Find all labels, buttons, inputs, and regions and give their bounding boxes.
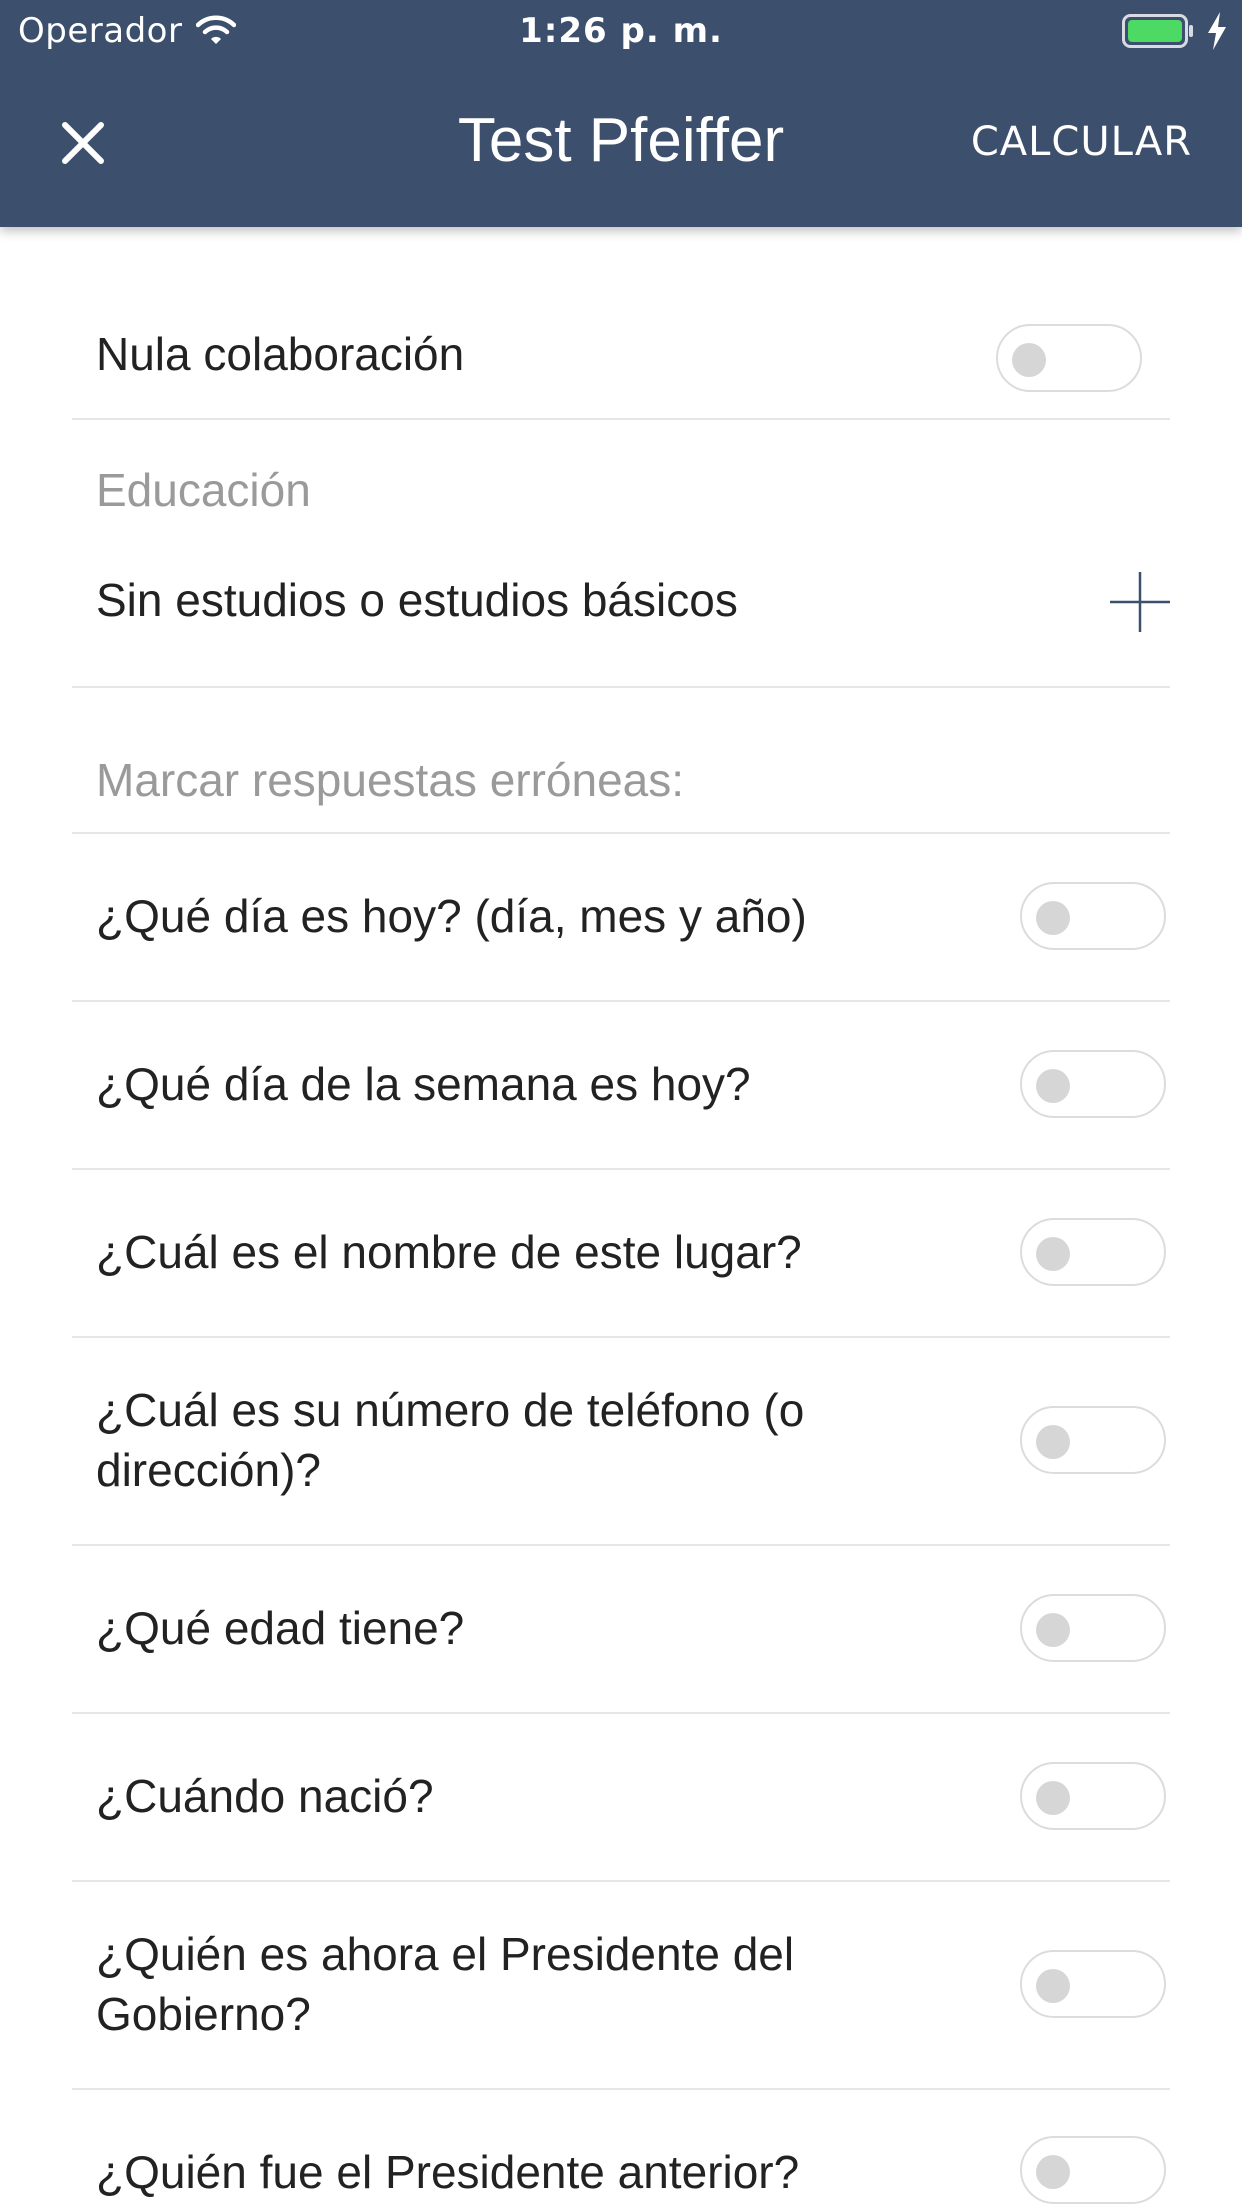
calculate-button[interactable]: CALCULAR: [971, 116, 1192, 168]
question-row: ¿Quién es ahora el Presidente del Gobier…: [72, 1882, 1170, 2090]
education-value: Sin estudios o estudios básicos: [96, 574, 738, 626]
question-label: ¿Quién es ahora el Presidente del Gobier…: [96, 1928, 795, 2040]
question-row: ¿Qué día de la semana es hoy?: [72, 1002, 1170, 1170]
wrong-answers-header: Marcar respuestas erróneas:: [72, 688, 1170, 834]
question-row: ¿Qué día es hoy? (día, mes y año): [72, 834, 1170, 1002]
wrong-answers-label: Marcar respuestas erróneas:: [96, 754, 685, 806]
question-label: ¿Cuándo nació?: [96, 1770, 434, 1822]
question-toggle[interactable]: [1020, 1050, 1166, 1118]
app-screen: Operador 1:26 p. m. Test Pfeiffer CALCUL…: [0, 0, 1242, 2208]
toggle-knob: [1036, 1237, 1070, 1271]
question-toggle[interactable]: [1020, 1594, 1166, 1662]
toggle-knob: [1036, 1425, 1070, 1459]
question-toggle[interactable]: [1020, 882, 1166, 950]
question-row: ¿Cuál es el nombre de este lugar?: [72, 1170, 1170, 1338]
toggle-knob: [1012, 343, 1046, 377]
question-label: ¿Qué edad tiene?: [96, 1602, 465, 1654]
question-label: ¿Qué día de la semana es hoy?: [96, 1058, 751, 1110]
no-collaboration-row: Nula colaboración: [72, 292, 1170, 420]
toggle-knob: [1036, 1069, 1070, 1103]
battery-icon: [1122, 14, 1193, 48]
toggle-knob: [1036, 1613, 1070, 1647]
question-label: ¿Quién fue el Presidente anterior?: [96, 2146, 800, 2198]
question-label: ¿Cuál es su número de teléfono (o direcc…: [96, 1384, 805, 1496]
no-collaboration-label: Nula colaboración: [96, 328, 465, 380]
question-toggle[interactable]: [1020, 1950, 1166, 2018]
education-row[interactable]: Sin estudios o estudios básicos: [72, 420, 1170, 688]
question-row: ¿Qué edad tiene?: [72, 1546, 1170, 1714]
question-toggle[interactable]: [1020, 2136, 1166, 2204]
status-bar: Operador 1:26 p. m.: [0, 0, 1242, 62]
toggle-knob: [1036, 1781, 1070, 1815]
question-toggle[interactable]: [1020, 1218, 1166, 1286]
question-label: ¿Cuál es el nombre de este lugar?: [96, 1226, 802, 1278]
question-row: ¿Cuál es su número de teléfono (o direcc…: [72, 1338, 1170, 1546]
plus-icon: [1110, 572, 1170, 632]
question-row: ¿Cuándo nació?: [72, 1714, 1170, 1882]
add-education-button[interactable]: [1110, 572, 1170, 632]
navigation-header: Operador 1:26 p. m. Test Pfeiffer CALCUL…: [0, 0, 1242, 227]
question-toggle[interactable]: [1020, 1762, 1166, 1830]
question-label: ¿Qué día es hoy? (día, mes y año): [96, 890, 807, 942]
toggle-knob: [1036, 901, 1070, 935]
no-collaboration-toggle[interactable]: [996, 324, 1142, 392]
question-row: ¿Quién fue el Presidente anterior?: [72, 2090, 1170, 2208]
charging-bolt-icon: [1208, 12, 1226, 50]
toggle-knob: [1036, 1969, 1070, 2003]
status-time: 1:26 p. m.: [519, 11, 723, 51]
toggle-knob: [1036, 2155, 1070, 2189]
question-toggle[interactable]: [1020, 1406, 1166, 1474]
